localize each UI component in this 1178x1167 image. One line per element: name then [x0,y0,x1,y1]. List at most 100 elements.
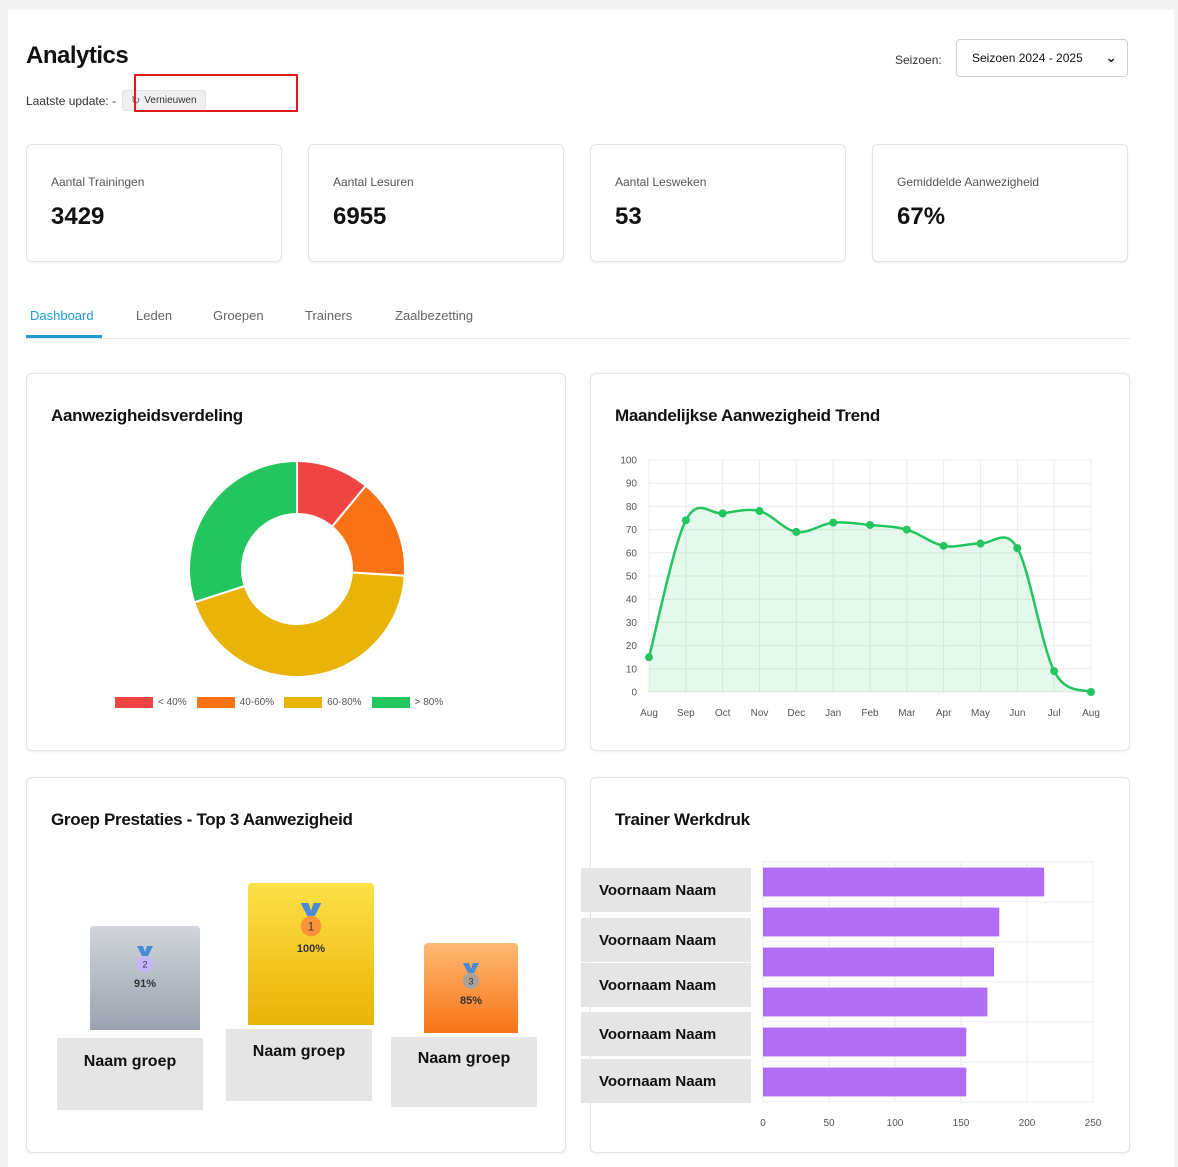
trend-point[interactable] [1050,667,1059,676]
y-tick-label: 80 [626,502,638,513]
season-selected-value: Seizoen 2024 - 2025 [972,51,1083,65]
tab-bar: Dashboard Leden Groepen Trainers Zaalbez… [26,306,1130,339]
podium-group-name: Naam groep [57,1038,203,1110]
stat-card-lesuren: Aantal Lesuren 6955 [308,144,564,262]
panel-distribution: Aanwezigheidsverdeling < 40% 40-60% 60-8… [26,373,566,751]
panel-title: Groep Prestaties - Top 3 Aanwezigheid [51,810,353,829]
trend-point[interactable] [792,527,801,536]
trend-point[interactable] [1087,688,1095,696]
medal-icon: 3 [463,963,479,989]
legend-swatch [196,697,235,708]
legend-label: 60-80% [327,697,362,708]
stat-card-aanwezigheid: Gemiddelde Aanwezigheid 67% [872,144,1128,262]
page: Analytics Laatste update: - ↻ Vernieuwen… [8,10,1174,1167]
legend-item[interactable]: 60-80% [284,697,362,708]
legend-swatch [371,697,410,708]
x-tick-label: Jan [825,708,841,719]
trend-point[interactable] [1013,544,1022,553]
x-tick-label: 0 [760,1118,766,1129]
workload-bar[interactable] [763,907,1000,937]
panel-trend: Maandelijkse Aanwezigheid Trend 0 10 20 30 4… [590,373,1130,751]
x-tick-label: 150 [953,1118,970,1129]
legend-swatch [115,697,153,708]
x-tick-label: Nov [751,708,769,719]
x-tick-label: 100 [887,1118,904,1129]
tab-zaalbezetting[interactable]: Zaalbezetting [395,308,473,323]
x-tick-label: Dec [787,708,805,719]
medal-icon: 1 [300,903,322,937]
workload-bar[interactable] [763,987,988,1017]
x-tick-label: Sep [677,708,695,719]
tab-dashboard[interactable]: Dashboard [30,308,94,323]
stat-value: 53 [615,203,642,230]
stat-label: Gemiddelde Aanwezigheid [897,175,1040,189]
x-tick-label: 50 [823,1118,835,1129]
workload-bar[interactable] [763,867,1045,897]
legend-swatch [284,697,323,708]
trend-point[interactable] [902,525,911,534]
panel-workload: Trainer Werkdruk 0 50 100 150 200 250 Voornaa… [581,777,1130,1153]
workload-bar[interactable] [763,1067,967,1097]
stat-card-lesweken: Aantal Lesweken 53 [590,144,846,262]
x-tick-label: Aug [640,708,658,719]
trend-point[interactable] [866,520,874,529]
trainer-name: Voornaam Naam [581,868,751,912]
x-tick-label: 200 [1019,1118,1036,1129]
last-update-label: Laatste update: - [26,93,117,108]
legend-item[interactable]: 40-60% [196,697,275,708]
legend-item[interactable]: < 40% [115,697,187,708]
x-tick-label: Feb [861,708,879,719]
stat-label: Aantal Trainingen [51,175,145,189]
y-tick-label: 90 [626,479,638,490]
x-tick-label: Jun [1009,708,1025,719]
legend-label: 40-60% [239,697,275,708]
trend-point[interactable] [976,539,985,548]
stat-value: 3429 [51,203,105,230]
legend-item[interactable]: > 80% [371,697,443,708]
medal-rank: 1 [308,922,314,934]
x-tick-label: May [971,708,990,719]
highlight-box [134,74,298,112]
y-tick-label: 100 [620,456,637,467]
trainer-name: Voornaam Naam [581,963,751,1007]
trainer-name: Voornaam Naam [581,1012,751,1056]
trainer-name: Voornaam Naam [581,918,751,962]
medal-rank: 2 [142,960,147,970]
podium-percentage: 100% [296,943,326,955]
trend-point[interactable] [939,541,948,550]
stat-label: Aantal Lesweken [615,175,707,189]
tab-trainers[interactable]: Trainers [305,308,352,323]
trend-point[interactable] [718,509,727,518]
y-tick-label: 40 [626,595,638,606]
medal-rank: 3 [468,977,473,987]
tab-active-indicator [26,335,102,338]
workload-bar[interactable] [763,947,994,977]
trend-point[interactable] [755,507,764,516]
tab-leden[interactable]: Leden [136,308,172,323]
page-title: Analytics [26,42,129,69]
podium-1: 1 100% [248,883,374,1025]
season-select[interactable]: Seizoen 2024 - 2025 ⌄ [956,39,1128,77]
panel-podium: Groep Prestaties - Top 3 Aanwezigheid 2 … [26,777,566,1153]
podium-group-name: Naam groep [391,1037,537,1107]
donut-legend: < 40% 40-60% 60-80% > 80% [115,697,443,708]
x-tick-label: Jul [1048,708,1061,719]
donut-chart [188,459,406,678]
stat-label: Aantal Lesuren [333,175,414,189]
donut-slice[interactable] [188,459,298,604]
x-tick-label: Aug [1082,708,1100,719]
season-label: Seizoen: [895,53,942,67]
trend-chart: 0 10 20 30 40 50 60 70 80 90 100 Aug Sep Oct Nov Dec Jan… [620,456,1100,720]
workload-bar[interactable] [763,1027,967,1057]
tab-groepen[interactable]: Groepen [213,308,264,323]
y-tick-label: 70 [626,525,638,536]
y-tick-label: 0 [631,688,637,699]
trend-point[interactable] [681,516,690,525]
trend-area [649,507,1091,692]
trend-point[interactable] [829,518,838,527]
y-tick-label: 30 [626,618,638,629]
trend-point[interactable] [645,653,653,662]
legend-label: < 40% [158,697,187,708]
podium-group-name: Naam groep [226,1029,372,1101]
podium-3: 3 85% [424,943,518,1033]
